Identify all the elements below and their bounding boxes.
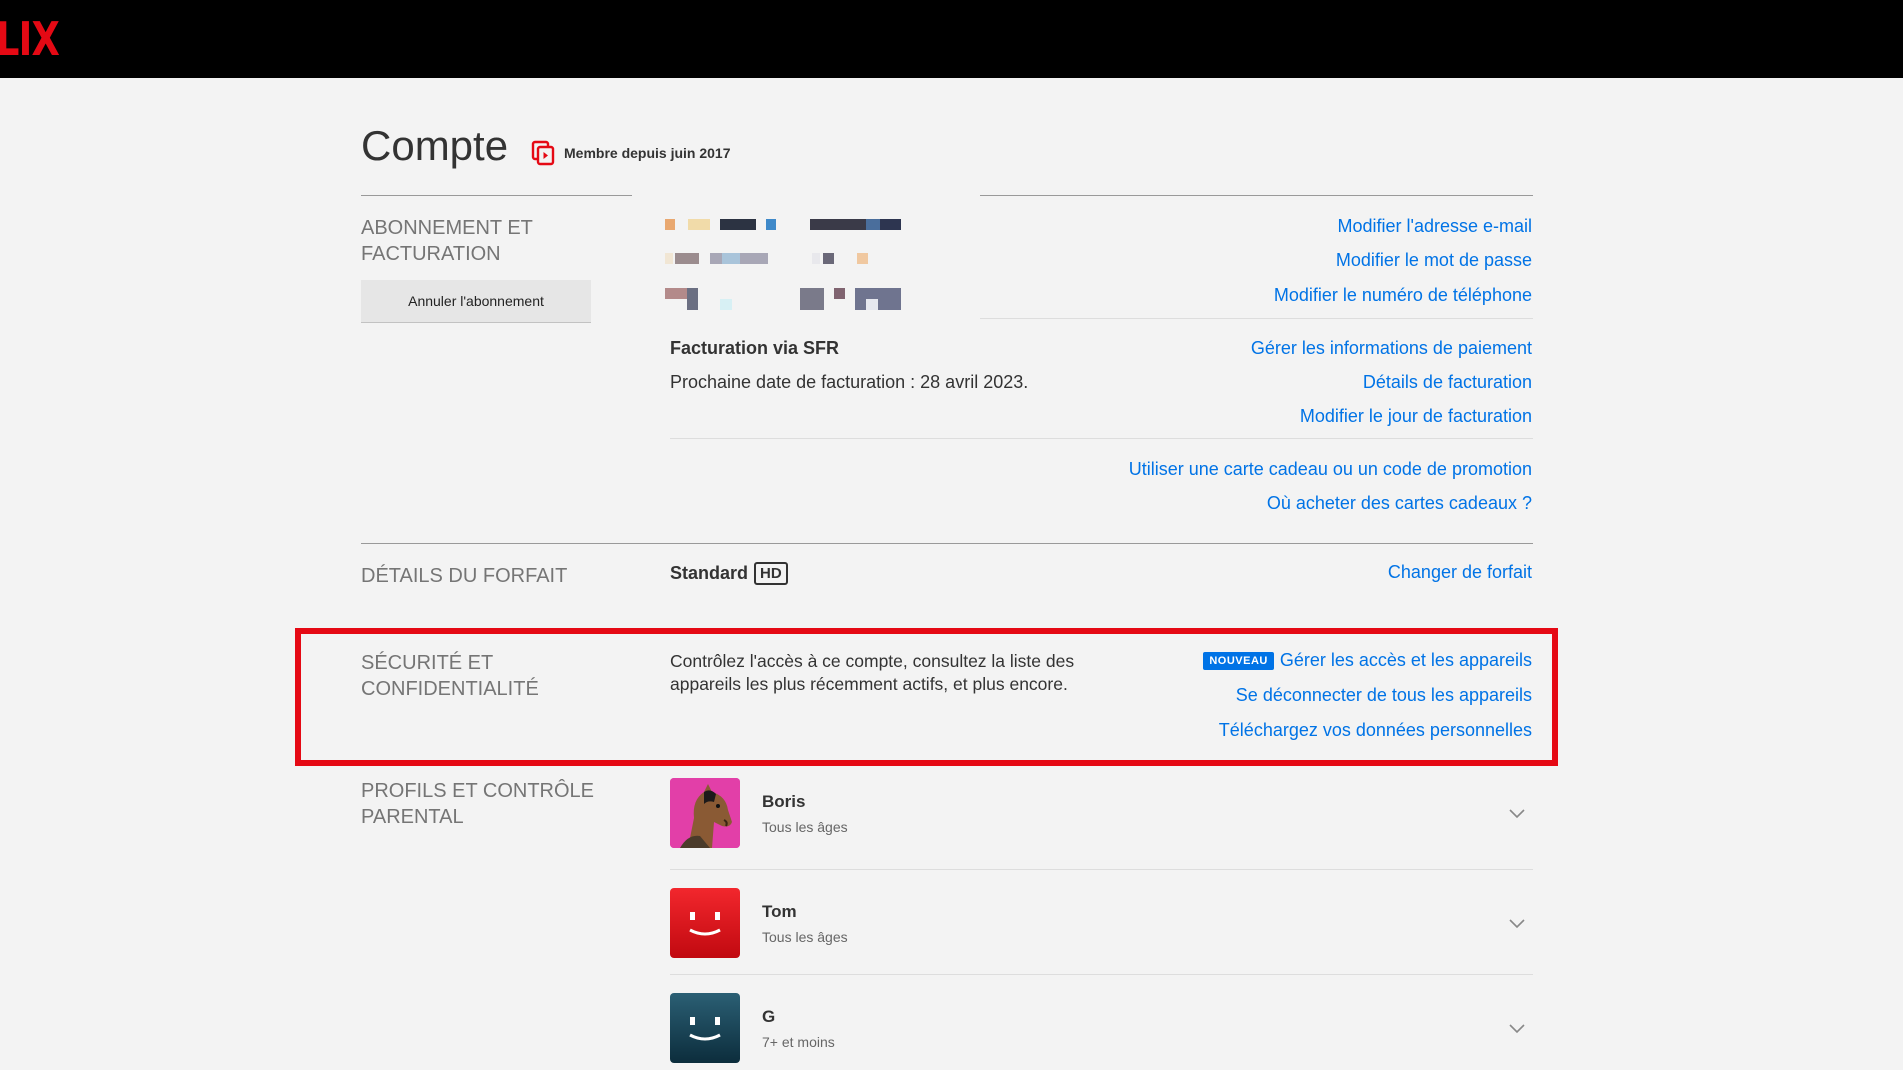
divider [361,543,1533,544]
where-buy-gift-cards-link[interactable]: Où acheter des cartes cadeaux ? [1267,493,1532,514]
hd-badge: HD [754,562,788,585]
manage-payment-link[interactable]: Gérer les informations de paiement [1251,338,1532,359]
chevron-down-icon[interactable] [1508,914,1526,932]
profile-rating: Tous les âges [762,929,848,945]
page-title: Compte [361,122,509,169]
profile-row-g[interactable]: G 7+ et moins [670,993,1534,1063]
change-billing-day-link[interactable]: Modifier le jour de facturation [1300,406,1532,427]
membership-icon [531,140,555,166]
top-nav-bar: LIX [0,0,1903,78]
billing-section-title: ABONNEMENT ET FACTURATION [361,217,533,265]
cancel-subscription-button[interactable]: Annuler l'abonnement [361,280,591,322]
change-phone-link[interactable]: Modifier le numéro de téléphone [1274,285,1532,306]
download-personal-data-link[interactable]: Téléchargez vos données personnelles [1219,720,1532,741]
change-email-link[interactable]: Modifier l'adresse e-mail [1337,216,1532,237]
divider [980,195,1533,196]
change-password-link[interactable]: Modifier le mot de passe [1336,250,1532,271]
member-since-text: Membre depuis juin 2017 [564,145,731,161]
smile-icon [670,888,740,958]
red-smile-avatar [670,888,740,958]
next-billing-date: Prochaine date de facturation : 28 avril… [670,372,1029,392]
chevron-down-icon[interactable] [1508,1019,1526,1037]
security-section-title: SÉCURITÉ ET CONFIDENTIALITÉ [361,652,539,700]
teal-smile-avatar [670,993,740,1063]
horse-icon [670,778,740,848]
profiles-section-title: PROFILS ET CONTRÔLE PARENTAL [361,780,595,828]
divider [980,318,1533,319]
manage-access-link[interactable]: Gérer les accès et les appareils [1280,650,1532,670]
chevron-down-icon[interactable] [1508,804,1526,822]
billed-via: Facturation via SFR [670,338,840,358]
billing-details-link[interactable]: Détails de facturation [1363,372,1532,393]
profile-name: Tom [762,902,797,921]
manage-access-row[interactable]: NOUVEAU Gérer les accès et les appareils [1203,650,1532,671]
divider [670,438,1533,439]
security-description: Contrôlez l'accès à ce compte, consultez… [670,651,1075,694]
bojack-avatar [670,778,740,848]
profile-name: G [762,1007,776,1026]
divider [670,869,1533,870]
divider [361,195,632,196]
profile-row-tom[interactable]: Tom Tous les âges [670,888,1534,958]
profile-rating: 7+ et moins [762,1034,835,1050]
netflix-logo[interactable]: LIX [0,12,60,66]
new-badge: NOUVEAU [1203,652,1274,670]
plan-name-text: Standard [670,563,749,583]
plan-section-title: DÉTAILS DU FORFAIT [361,565,568,587]
sign-out-all-devices-link[interactable]: Se déconnecter de tous les appareils [1236,685,1532,706]
member-since: Membre depuis juin 2017 [530,140,731,166]
redeem-gift-card-link[interactable]: Utiliser une carte cadeau ou un code de … [1129,459,1532,480]
profile-name: Boris [762,792,806,811]
plan-name: Standard HD [670,562,788,585]
change-plan-link[interactable]: Changer de forfait [1388,562,1532,583]
divider [670,974,1533,975]
profile-rating: Tous les âges [762,819,848,835]
profile-row-boris[interactable]: Boris Tous les âges [670,778,1534,848]
smile-icon [670,993,740,1063]
